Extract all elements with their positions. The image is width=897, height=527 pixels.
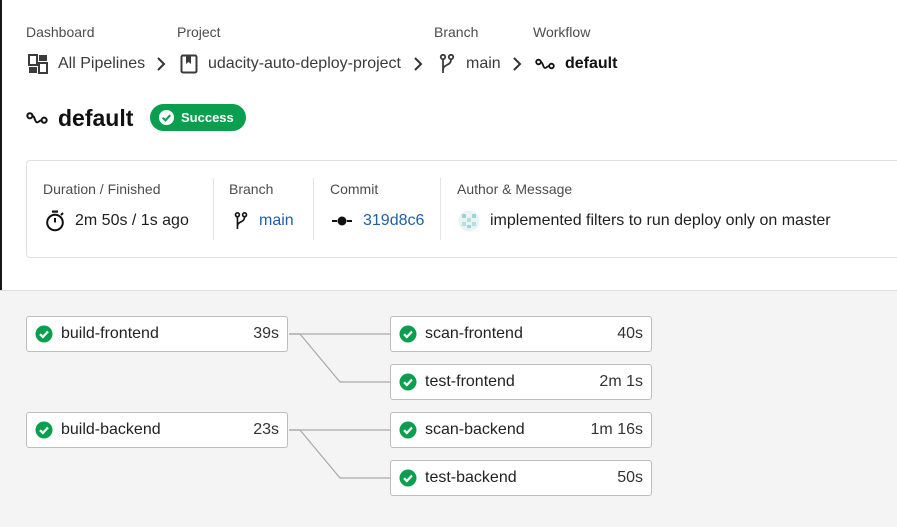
job-duration: 1m 16s xyxy=(590,421,643,438)
commit-label: Commit xyxy=(330,181,379,197)
breadcrumb-branch[interactable]: main xyxy=(438,53,501,75)
check-circle-icon xyxy=(399,373,417,391)
branch-icon xyxy=(439,53,455,73)
job-duration: 40s xyxy=(617,325,643,342)
workflow-title: default xyxy=(58,104,134,131)
job-scan-backend[interactable]: scan-backend 1m 16s xyxy=(390,412,652,448)
divider xyxy=(213,178,214,240)
panel-left-border xyxy=(0,0,2,290)
job-test-backend[interactable]: test-backend 50s xyxy=(390,460,652,496)
status-badge-text: Success xyxy=(181,110,234,125)
breadcrumb-label-workflow: Workflow xyxy=(533,24,591,40)
stopwatch-icon xyxy=(46,210,64,232)
job-build-frontend[interactable]: build-frontend 39s xyxy=(26,316,288,352)
check-circle-icon xyxy=(35,325,53,343)
check-circle-icon xyxy=(35,421,53,439)
chevron-right-icon xyxy=(513,57,522,71)
commit-message: implemented filters to run deploy only o… xyxy=(490,212,831,229)
breadcrumb-workflow-text: default xyxy=(565,55,618,72)
breadcrumb-label-dashboard: Dashboard xyxy=(26,24,95,40)
workflow-summary-card: Duration / Finished 2m 50s / 1s ago Bran… xyxy=(26,160,897,258)
workflow-icon xyxy=(26,112,48,124)
job-name: test-frontend xyxy=(425,373,515,390)
job-name: scan-backend xyxy=(425,421,525,438)
duration-text: 2m 50s / 1s ago xyxy=(75,212,189,229)
breadcrumb-all-pipelines[interactable]: All Pipelines xyxy=(28,53,145,75)
breadcrumb-project-text: udacity-auto-deploy-project xyxy=(208,55,401,72)
job-duration: 39s xyxy=(253,325,279,342)
breadcrumb-project[interactable]: udacity-auto-deploy-project xyxy=(180,53,401,75)
job-name: build-backend xyxy=(61,421,161,438)
dashboard-icon xyxy=(28,54,48,74)
branch-icon xyxy=(234,212,248,229)
author-value: implemented filters to run deploy only o… xyxy=(458,209,831,233)
duration-value: 2m 50s / 1s ago xyxy=(45,209,189,233)
branch-label: Branch xyxy=(229,181,274,197)
workflow-icon xyxy=(535,58,555,70)
job-test-frontend[interactable]: test-frontend 2m 1s xyxy=(390,364,652,400)
chevron-right-icon xyxy=(157,57,166,71)
status-badge: Success xyxy=(150,104,246,131)
breadcrumb-label-branch: Branch xyxy=(434,24,479,40)
branch-value[interactable]: main xyxy=(233,209,294,233)
duration-label: Duration / Finished xyxy=(43,181,161,197)
divider xyxy=(440,178,441,240)
job-duration: 50s xyxy=(617,469,643,486)
job-name: build-frontend xyxy=(61,325,159,342)
page-title: default xyxy=(26,102,133,134)
check-circle-icon xyxy=(399,325,417,343)
divider xyxy=(313,178,314,240)
job-name: test-backend xyxy=(425,469,517,486)
job-scan-frontend[interactable]: scan-frontend 40s xyxy=(390,316,652,352)
chevron-right-icon xyxy=(414,57,423,71)
check-circle-icon xyxy=(158,109,175,126)
workflow-graph: build-frontend 39s scan-frontend 40s tes… xyxy=(0,290,897,527)
avatar-icon xyxy=(458,210,480,232)
job-build-backend[interactable]: build-backend 23s xyxy=(26,412,288,448)
author-label: Author & Message xyxy=(457,181,573,197)
job-duration: 2m 1s xyxy=(599,373,643,390)
check-circle-icon xyxy=(399,469,417,487)
breadcrumb-branch-text: main xyxy=(466,55,501,72)
commit-link[interactable]: 319d8c6 xyxy=(363,212,424,230)
commit-icon xyxy=(332,216,352,226)
check-circle-icon xyxy=(399,421,417,439)
job-name: scan-frontend xyxy=(425,325,523,342)
breadcrumb-workflow[interactable]: default xyxy=(535,53,617,75)
job-duration: 23s xyxy=(253,421,279,438)
project-icon xyxy=(180,54,198,74)
breadcrumb-label-project: Project xyxy=(177,24,221,40)
branch-link[interactable]: main xyxy=(259,212,294,230)
breadcrumb-all-pipelines-text: All Pipelines xyxy=(58,55,146,72)
commit-value[interactable]: 319d8c6 xyxy=(331,209,424,233)
